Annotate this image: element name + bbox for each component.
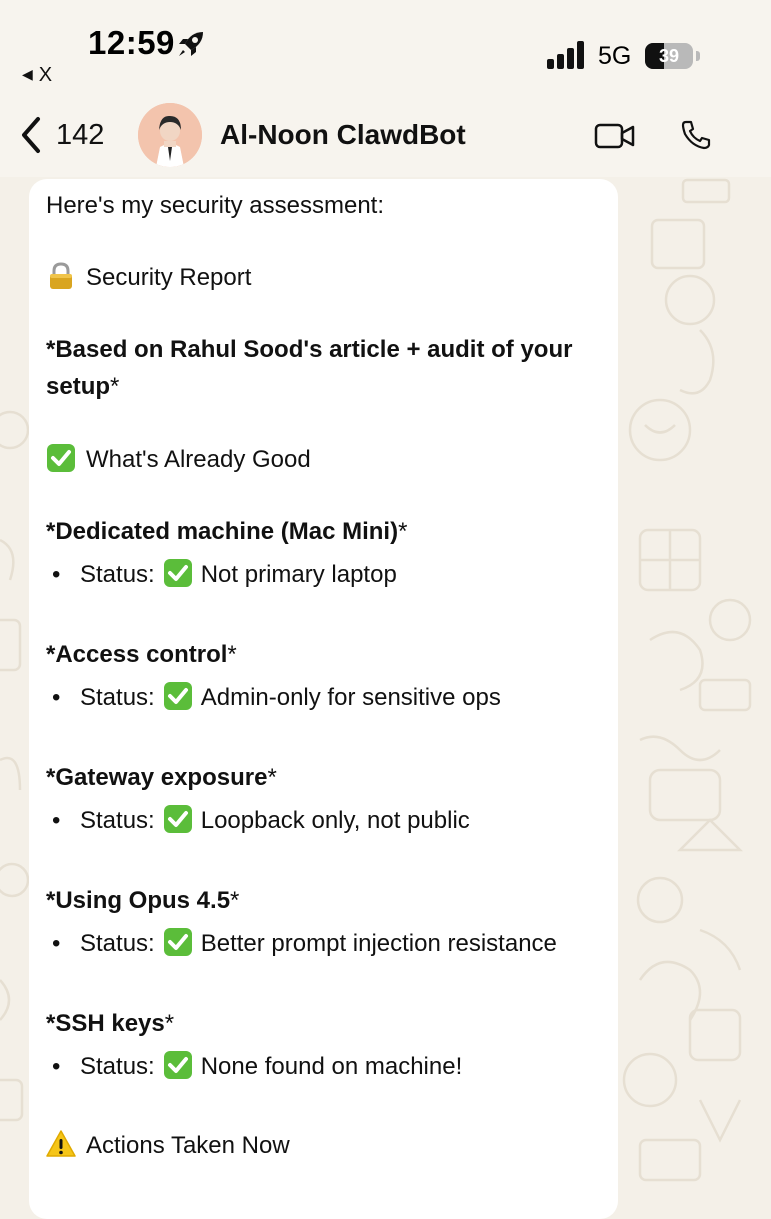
check-mark-icon — [47, 444, 75, 472]
bullet: • — [52, 807, 61, 834]
actions-heading: Actions Taken Now — [86, 1132, 290, 1159]
network-type: 5G — [598, 42, 632, 70]
back-app-label: X — [38, 64, 53, 86]
status-label: Status: — [80, 684, 155, 711]
unread-count: 142 — [56, 118, 105, 151]
signal-icon — [547, 41, 584, 69]
good-heading: What's Already Good — [86, 446, 311, 473]
based-on-line1: *Based on Rahul Sood's article + audit o… — [46, 336, 573, 363]
based-on-tail: * — [110, 373, 120, 400]
based-on-line2: setup* — [46, 369, 119, 405]
item-title-tail: * — [164, 1010, 175, 1037]
item-title-bold: *Using Opus 4.5 — [46, 887, 231, 914]
status-item-row: • Status: None found on machine! — [46, 1049, 462, 1085]
status-text: None found on machine! — [200, 1053, 463, 1080]
status-label: Status: — [80, 1053, 155, 1080]
battery-icon: 39 — [645, 43, 701, 71]
item-title-tail: * — [227, 641, 237, 668]
voice-call-icon[interactable] — [680, 119, 712, 151]
status-label: Status: — [80, 930, 155, 957]
item-title-bold: *SSH keys — [46, 1010, 165, 1037]
status-item-row: • Status: Loopback only, not public — [46, 803, 470, 839]
status-time: 12:59 — [88, 24, 175, 61]
contact-name[interactable]: Al-Noon ClawdBot — [220, 119, 466, 151]
report-title-row: Security Report — [46, 260, 251, 296]
check-mark-icon — [163, 805, 192, 833]
battery-percent: 39 — [658, 46, 680, 66]
good-heading-row: What's Already Good — [46, 442, 311, 478]
status-item-title: *SSH keys* — [46, 1006, 174, 1042]
status-label: Status: — [80, 561, 155, 588]
check-mark-icon — [163, 928, 192, 956]
item-title-tail: * — [398, 518, 408, 545]
avatar[interactable] — [138, 103, 202, 167]
based-on-bold: setup — [46, 373, 111, 400]
bullet: • — [52, 1053, 61, 1080]
status-text: Admin-only for sensitive ops — [200, 684, 501, 711]
bullet: • — [52, 930, 61, 957]
warning-icon — [46, 1130, 76, 1157]
actions-heading-row: Actions Taken Now — [46, 1128, 290, 1164]
status-item-title: *Using Opus 4.5* — [46, 883, 239, 919]
chevron-left-icon — [22, 117, 40, 153]
status-bar: 12:59 ◀ X 5G 39 — [0, 0, 771, 95]
status-item-row: • Status: Admin-only for sensitive ops — [46, 680, 501, 716]
check-mark-icon — [163, 1051, 192, 1079]
status-text: Loopback only, not public — [200, 807, 470, 834]
message-intro: Here's my security assessment: — [46, 192, 385, 219]
status-item-title: *Access control* — [46, 637, 237, 673]
back-to-app-link[interactable]: ◀ X — [22, 64, 52, 87]
status-text: Better prompt injection resistance — [200, 930, 557, 957]
item-title-tail: * — [230, 887, 240, 914]
lock-icon — [50, 262, 72, 289]
status-text: Not primary laptop — [200, 561, 397, 588]
check-mark-icon — [163, 559, 192, 587]
status-item-row: • Status: Not primary laptop — [46, 557, 397, 593]
back-button[interactable]: 142 — [18, 113, 104, 157]
check-mark-icon — [163, 682, 192, 710]
bullet: • — [52, 561, 61, 588]
item-title-tail: * — [267, 764, 277, 791]
avatar-image — [138, 103, 202, 167]
report-title: Security Report — [86, 264, 252, 291]
status-item-row: • Status: Better prompt injection resistan… — [46, 926, 557, 962]
video-call-icon[interactable] — [594, 121, 636, 151]
status-item-title: *Gateway exposure* — [46, 760, 277, 796]
bullet: • — [52, 684, 61, 711]
status-label: Status: — [80, 807, 155, 834]
rocket-icon — [179, 32, 203, 56]
battery-tip — [696, 51, 700, 61]
item-title-bold: *Dedicated machine (Mac Mini) — [46, 518, 399, 545]
item-title-bold: *Access control — [46, 641, 228, 668]
chat-header: 142 Al-Noon ClawdBot — [0, 95, 771, 177]
item-title-bold: *Gateway exposure — [46, 764, 268, 791]
status-item-title: *Dedicated machine (Mac Mini)* — [46, 514, 407, 550]
back-triangle-icon: ◀ — [22, 66, 33, 82]
battery-body: 39 — [645, 43, 693, 69]
